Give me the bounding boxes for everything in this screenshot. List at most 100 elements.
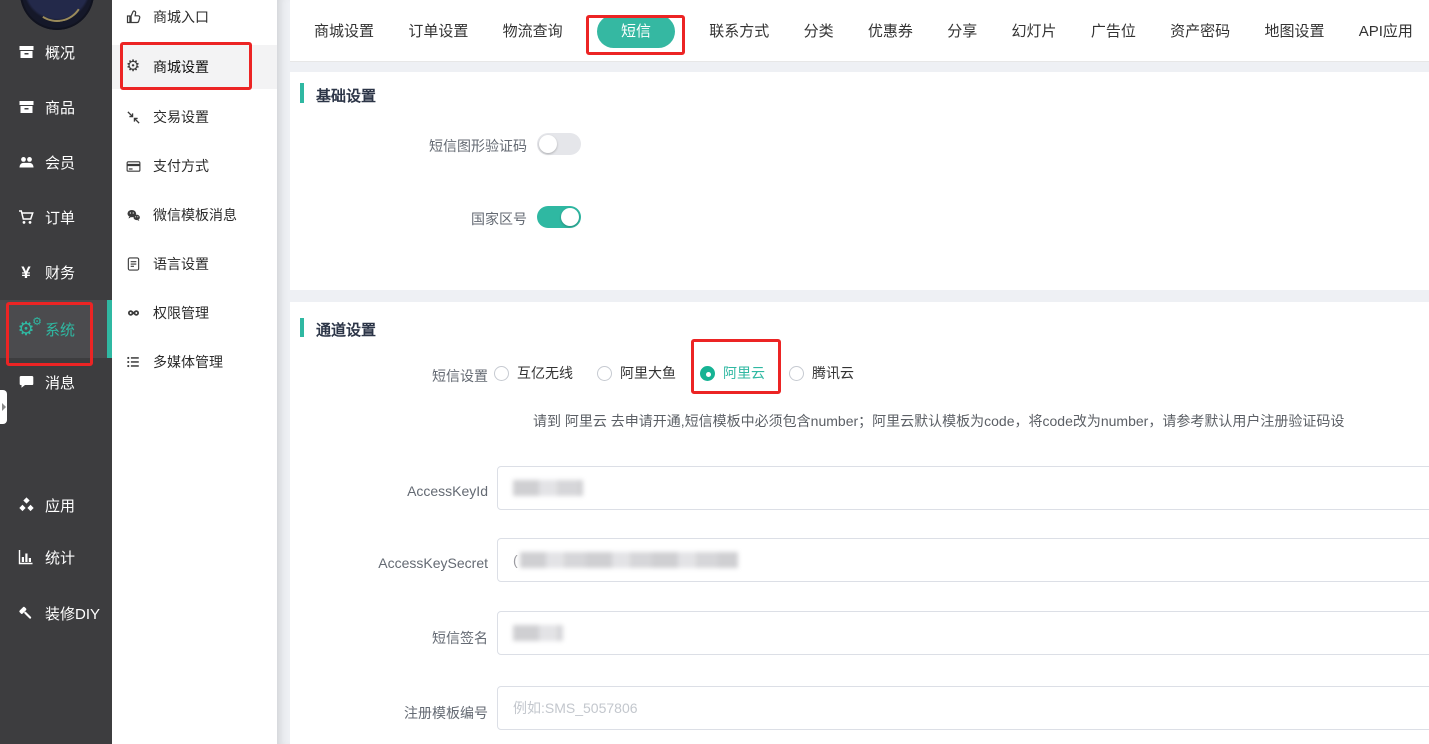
tab-sms[interactable]: 短信 [597, 15, 675, 48]
section-accent-bar [300, 83, 304, 103]
mask-icon [124, 305, 142, 322]
accesskeysecret-field[interactable]: ( [497, 538, 1429, 582]
sidebar-item-label: 装修DIY [45, 603, 100, 624]
sidebar-item-orders[interactable]: 订单 [0, 197, 112, 237]
menu-item-multimedia-management[interactable]: 多媒体管理 [112, 345, 277, 379]
sidebar-item-finance[interactable]: ¥ 财务 [0, 252, 112, 292]
goods-box-icon [16, 98, 36, 116]
tab-share[interactable]: 分享 [947, 20, 977, 41]
sidebar-item-label: 商品 [45, 97, 75, 118]
radio-checked-icon [700, 366, 715, 381]
gear-icon: ⚙ [124, 59, 142, 76]
toggle-knob [539, 135, 557, 153]
register-template-input[interactable] [497, 686, 1429, 730]
menu-item-wechat-template-message[interactable]: 微信模板消息 [112, 198, 277, 232]
menu-item-trade-settings[interactable]: 交易设置 [112, 100, 277, 134]
masked-value [520, 552, 738, 568]
settings-tabbar: 商城设置 订单设置 物流查询 短信 联系方式 分类 优惠券 分享 幻灯片 广告位… [290, 0, 1429, 62]
tab-asset-password[interactable]: 资产密码 [1170, 20, 1230, 41]
tab-map-settings[interactable]: 地图设置 [1264, 20, 1324, 41]
menu-item-language-settings[interactable]: 语言设置 [112, 247, 277, 281]
sidebar-item-label: 统计 [45, 547, 75, 568]
accesskeysecret-label: AccessKeySecret [290, 555, 488, 571]
tab-slideshow[interactable]: 幻灯片 [1012, 20, 1057, 41]
masked-value [513, 625, 563, 641]
channel-settings-card: 通道设置 短信设置 互亿无线 阿里大鱼 阿里云 腾讯云 [290, 302, 1429, 744]
country-code-label: 国家区号 [290, 209, 527, 229]
chevron-right-icon [2, 403, 6, 411]
sidebar-item-statistics[interactable]: 统计 [0, 537, 112, 577]
tab-ad-slot[interactable]: 广告位 [1091, 20, 1136, 41]
radio-ali-dayu[interactable]: 阿里大鱼 [597, 363, 676, 383]
menu-item-label: 支付方式 [153, 156, 209, 176]
message-chat-icon [16, 373, 36, 391]
apps-cubes-icon [16, 496, 36, 514]
app-window: 概况 商品 会员 订单 ¥ 财务 ⚙⚙ 系统 [0, 0, 1429, 744]
tab-contact[interactable]: 联系方式 [709, 20, 769, 41]
accesskeyid-field[interactable] [497, 466, 1429, 510]
tab-logistics-query[interactable]: 物流查询 [503, 20, 563, 41]
radio-circle-icon [494, 366, 509, 381]
section-title-basic: 基础设置 [316, 85, 376, 106]
masked-value-prefix: ( [513, 552, 518, 568]
overview-box-icon [16, 43, 36, 61]
logo-emblem [25, 0, 89, 27]
sidebar-item-system[interactable]: ⚙⚙ 系统 [0, 300, 112, 358]
compress-arrows-icon [124, 109, 142, 126]
tab-api-app[interactable]: API应用 [1359, 20, 1413, 41]
finance-yen-icon: ¥ [16, 263, 36, 281]
sidebar-collapse-handle[interactable] [0, 390, 7, 424]
menu-item-label: 商城设置 [153, 57, 209, 77]
menu-item-label: 语言设置 [153, 254, 209, 274]
main-content: 商城设置 订单设置 物流查询 短信 联系方式 分类 优惠券 分享 幻灯片 广告位… [277, 0, 1429, 744]
tab-order-settings[interactable]: 订单设置 [408, 20, 468, 41]
register-template-label: 注册模板编号 [290, 703, 488, 723]
radio-tencent-cloud[interactable]: 腾讯云 [789, 363, 854, 383]
sidebar-item-messages[interactable]: 消息 [0, 362, 112, 402]
toggle-knob [561, 208, 579, 226]
aliyun-help-text: 请到 阿里云 去申请开通,短信模板中必须包含number；阿里云默认模板为cod… [533, 411, 1344, 431]
sidebar-item-members[interactable]: 会员 [0, 142, 112, 182]
system-gears-icon: ⚙⚙ [16, 320, 36, 338]
menu-item-mall-entry[interactable]: 商城入口 [112, 0, 277, 34]
menu-item-label: 交易设置 [153, 107, 209, 127]
decorate-hammer-icon [16, 604, 36, 622]
sidebar-item-label: 财务 [45, 262, 75, 283]
sidebar-item-label: 系统 [45, 319, 75, 340]
sms-provider-label: 短信设置 [290, 366, 488, 386]
menu-item-label: 微信模板消息 [153, 205, 237, 225]
sidebar-item-overview[interactable]: 概况 [0, 32, 112, 72]
section-title-channel: 通道设置 [316, 319, 376, 340]
sidebar-item-decorate-diy[interactable]: 装修DIY [0, 593, 112, 633]
tab-coupon[interactable]: 优惠券 [868, 20, 913, 41]
sidebar-item-goods[interactable]: 商品 [0, 87, 112, 127]
menu-item-label: 权限管理 [153, 303, 209, 323]
primary-sidebar: 概况 商品 会员 订单 ¥ 财务 ⚙⚙ 系统 [0, 0, 112, 744]
sidebar-item-label: 订单 [45, 207, 75, 228]
menu-item-permission-management[interactable]: 权限管理 [112, 296, 277, 330]
sidebar-item-label: 会员 [45, 152, 75, 173]
orders-cart-icon [16, 208, 36, 226]
radio-circle-icon [789, 366, 804, 381]
tab-shop-settings[interactable]: 商城设置 [314, 20, 374, 41]
radio-huyi-wireless[interactable]: 互亿无线 [494, 363, 573, 383]
members-users-icon [16, 153, 36, 171]
statistics-chart-icon [16, 548, 36, 566]
accesskeyid-label: AccessKeyId [290, 483, 488, 499]
sms-signature-field[interactable] [497, 611, 1429, 655]
wechat-icon [124, 207, 142, 224]
sidebar-item-apps[interactable]: 应用 [0, 485, 112, 525]
radio-aliyun[interactable]: 阿里云 [700, 363, 765, 383]
sms-captcha-toggle[interactable] [537, 133, 581, 155]
thumb-up-icon [124, 9, 142, 26]
list-icon [124, 354, 142, 371]
menu-item-label: 商城入口 [153, 7, 209, 27]
sidebar-item-label: 概况 [45, 42, 75, 63]
tab-category[interactable]: 分类 [804, 20, 834, 41]
brand-logo [20, 0, 94, 30]
menu-item-mall-settings[interactable]: ⚙ 商城设置 [112, 45, 277, 89]
menu-item-payment-methods[interactable]: 支付方式 [112, 149, 277, 183]
masked-value [513, 480, 583, 496]
tab-sms-wrap: 短信 [597, 20, 675, 41]
country-code-toggle[interactable] [537, 206, 581, 228]
